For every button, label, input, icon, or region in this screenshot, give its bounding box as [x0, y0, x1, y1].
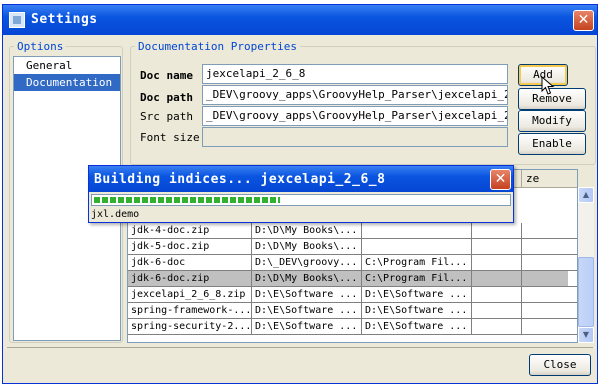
scrollbar-thumb[interactable]	[578, 257, 594, 327]
window-close-button[interactable]: ✕	[573, 10, 594, 31]
scroll-down-icon: ▼	[582, 330, 590, 339]
close-button[interactable]: Close	[529, 354, 591, 376]
doc-path-field[interactable]: _DEV\groovy_apps\GroovyHelp_Parser\jexce…	[202, 85, 508, 105]
table-cell: jdk-6-doc.zip	[128, 271, 252, 287]
progress-bar	[91, 194, 511, 206]
enable-button[interactable]: Enable	[518, 133, 586, 155]
table-cell	[522, 319, 577, 335]
font-size-label: Font size	[140, 131, 200, 144]
table-cell: D:\E\Software ...	[362, 319, 472, 335]
table-row[interactable]: jdk-5-doc.zip D:\D\My Books\...	[128, 239, 577, 255]
table-cell: C:\Program Fil...	[362, 255, 472, 271]
table-cell	[522, 287, 577, 303]
table-row[interactable]: spring-security-2... D:\E\Software ... D:\…	[128, 319, 577, 335]
footer-divider	[7, 347, 593, 348]
table-cell	[472, 223, 522, 239]
documentation-properties-legend: Documentation Properties	[138, 40, 297, 53]
src-path-label: Src path	[140, 110, 193, 123]
table-cell: D:\E\Software ...	[362, 287, 472, 303]
options-legend: Options	[17, 40, 64, 53]
scroll-down-button[interactable]: ▼	[578, 327, 594, 343]
table-cell: jdk-6-doc	[128, 255, 252, 271]
title-bar[interactable]: Settings ✕	[3, 5, 597, 35]
table-row[interactable]: spring-framework-... D:\E\Software ... D:\…	[128, 303, 577, 319]
scroll-up-button[interactable]: ▲	[578, 187, 594, 203]
dialog-close-button[interactable]: ✕	[490, 169, 511, 190]
table-cell: D:\E\Software ...	[252, 303, 362, 319]
table-cell	[522, 239, 577, 255]
table-row[interactable]: jdk-4-doc.zip D:\D\My Books\...	[128, 223, 577, 239]
options-item-general[interactable]: General	[14, 57, 120, 74]
font-size-field[interactable]	[202, 127, 508, 147]
settings-window-icon	[9, 12, 25, 28]
progress-fill	[94, 197, 281, 203]
options-item-documentation[interactable]: Documentation	[14, 74, 120, 91]
src-path-field[interactable]: _DEV\groovy_apps\GroovyHelp_Parser\jexce…	[202, 106, 508, 126]
table-cell	[522, 223, 577, 239]
scroll-up-icon: ▲	[582, 190, 590, 199]
table-cell: D:\E\Software ...	[362, 303, 472, 319]
table-cell: spring-security-2...	[128, 319, 252, 335]
dialog-title: Building indices... jexcelapi_2_6_8	[94, 172, 386, 187]
table-cell	[522, 271, 577, 287]
table-cell: jdk-4-doc.zip	[128, 223, 252, 239]
dialog-title-bar[interactable]: Building indices... jexcelapi_2_6_8 ✕	[89, 166, 513, 192]
close-icon: ✕	[494, 171, 507, 187]
table-cell: D:\D\My Books\...	[252, 239, 362, 255]
doc-name-field[interactable]: jexcelapi_2_6_8	[202, 64, 508, 84]
progress-status: jxl.demo	[91, 209, 140, 220]
doc-path-label: Doc path	[140, 91, 193, 104]
modify-button[interactable]: Modify	[518, 110, 586, 132]
table-cell: D:\E\Software ...	[252, 319, 362, 335]
table-row[interactable]: jexcelapi_2_6_8.zip D:\E\Software ... D:\E…	[128, 287, 577, 303]
table-cell	[472, 319, 522, 335]
table-cell: jexcelapi_2_6_8.zip	[128, 287, 252, 303]
table-cell	[362, 239, 472, 255]
building-indices-dialog: Building indices... jexcelapi_2_6_8 ✕ jx…	[88, 165, 514, 223]
table-cell: D:\D\My Books\...	[252, 223, 362, 239]
table-cell	[472, 255, 522, 271]
doc-name-label: Doc name	[140, 69, 193, 82]
table-cell: D:\E\Software ...	[252, 287, 362, 303]
table-cell	[362, 223, 472, 239]
table-row[interactable]: jdk-6-doc D:\_DEV\groovy... C:\Program Fil…	[128, 255, 577, 271]
table-cell: D:\D\My Books\...	[252, 271, 362, 287]
window-title: Settings	[31, 12, 98, 27]
mouse-cursor-icon	[541, 76, 555, 95]
table-cell: C:\Program Fil...	[362, 271, 472, 287]
table-cell	[472, 287, 522, 303]
table-cell	[522, 255, 577, 271]
table-header-col5[interactable]: ze	[522, 170, 577, 188]
table-cell	[472, 239, 522, 255]
table-cell: D:\_DEV\groovy...	[252, 255, 362, 271]
table-cell	[472, 303, 522, 319]
table-cell	[472, 271, 522, 287]
close-icon: ✕	[577, 12, 590, 28]
table-row[interactable]: jdk-6-doc.zip D:\D\My Books\... C:\Program…	[128, 271, 577, 287]
table-cell: spring-framework-...	[128, 303, 252, 319]
table-cell: jdk-5-doc.zip	[128, 239, 252, 255]
table-cell	[522, 303, 577, 319]
table-vertical-scrollbar[interactable]: ▲ ▼	[578, 187, 594, 343]
